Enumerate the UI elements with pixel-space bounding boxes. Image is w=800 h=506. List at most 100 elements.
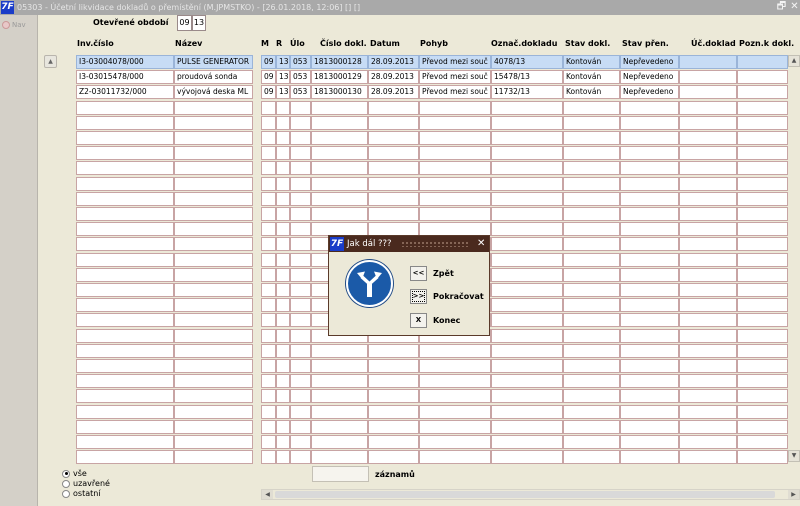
empty-table-cell[interactable]: [737, 207, 788, 221]
empty-table-cell[interactable]: [679, 222, 737, 236]
empty-table-cell[interactable]: [76, 131, 174, 145]
table-cell[interactable]: [737, 55, 788, 69]
radio-closed-dot[interactable]: [62, 479, 70, 488]
restore-window-button[interactable]: 🗗: [776, 1, 787, 13]
empty-table-cell[interactable]: [290, 101, 311, 115]
empty-table-cell[interactable]: [174, 192, 253, 206]
empty-table-cell[interactable]: [76, 192, 174, 206]
empty-table-cell[interactable]: [368, 116, 419, 130]
column-header[interactable]: Název: [175, 39, 202, 48]
empty-table-cell[interactable]: [563, 344, 620, 358]
empty-table-cell[interactable]: [737, 298, 788, 312]
empty-table-cell[interactable]: [737, 222, 788, 236]
empty-table-cell[interactable]: [620, 283, 679, 297]
empty-table-cell[interactable]: [174, 177, 253, 191]
column-header[interactable]: Inv.číslo: [77, 39, 114, 48]
empty-table-cell[interactable]: [76, 329, 174, 343]
empty-table-cell[interactable]: [174, 268, 253, 282]
empty-table-cell[interactable]: [620, 405, 679, 419]
empty-table-cell[interactable]: [261, 344, 276, 358]
empty-table-cell[interactable]: [311, 420, 368, 434]
column-header[interactable]: Stav přen.: [622, 39, 669, 48]
radio-all[interactable]: vše: [62, 469, 87, 478]
empty-table-cell[interactable]: [174, 298, 253, 312]
empty-table-cell[interactable]: [620, 222, 679, 236]
empty-table-cell[interactable]: [679, 161, 737, 175]
empty-table-cell[interactable]: [620, 192, 679, 206]
empty-table-cell[interactable]: [261, 177, 276, 191]
empty-table-cell[interactable]: [174, 237, 253, 251]
empty-table-cell[interactable]: [261, 268, 276, 282]
empty-table-cell[interactable]: [76, 146, 174, 160]
empty-table-cell[interactable]: [311, 435, 368, 449]
empty-table-cell[interactable]: [290, 344, 311, 358]
empty-table-cell[interactable]: [311, 177, 368, 191]
empty-table-cell[interactable]: [368, 344, 419, 358]
empty-table-cell[interactable]: [620, 131, 679, 145]
empty-table-cell[interactable]: [76, 101, 174, 115]
table-cell[interactable]: Nepřevedeno: [620, 70, 679, 84]
empty-table-cell[interactable]: [368, 374, 419, 388]
empty-table-cell[interactable]: [174, 435, 253, 449]
empty-table-cell[interactable]: [311, 450, 368, 464]
empty-table-cell[interactable]: [563, 146, 620, 160]
empty-table-cell[interactable]: [290, 329, 311, 343]
table-cell[interactable]: Kontován: [563, 55, 620, 69]
empty-table-cell[interactable]: [491, 161, 563, 175]
empty-table-cell[interactable]: [276, 435, 290, 449]
empty-table-cell[interactable]: [261, 101, 276, 115]
empty-table-cell[interactable]: [276, 313, 290, 327]
radio-other-dot[interactable]: [62, 489, 70, 498]
empty-table-cell[interactable]: [419, 420, 491, 434]
column-header[interactable]: Pohyb: [420, 39, 448, 48]
table-cell[interactable]: 09: [261, 55, 276, 69]
empty-table-cell[interactable]: [620, 116, 679, 130]
empty-table-cell[interactable]: [290, 435, 311, 449]
empty-table-cell[interactable]: [679, 435, 737, 449]
empty-table-cell[interactable]: [563, 116, 620, 130]
empty-table-cell[interactable]: [76, 450, 174, 464]
table-cell[interactable]: 09: [261, 85, 276, 99]
empty-table-cell[interactable]: [76, 177, 174, 191]
empty-table-cell[interactable]: [76, 420, 174, 434]
empty-table-cell[interactable]: [563, 405, 620, 419]
empty-table-cell[interactable]: [368, 207, 419, 221]
empty-table-cell[interactable]: [563, 268, 620, 282]
dialog-title-bar[interactable]: 7F Jak dál ??? ✕: [329, 236, 489, 252]
empty-table-cell[interactable]: [679, 116, 737, 130]
empty-table-cell[interactable]: [311, 374, 368, 388]
empty-table-cell[interactable]: [563, 101, 620, 115]
empty-table-cell[interactable]: [311, 192, 368, 206]
empty-table-cell[interactable]: [311, 344, 368, 358]
empty-table-cell[interactable]: [563, 253, 620, 267]
empty-table-cell[interactable]: [174, 389, 253, 403]
empty-table-cell[interactable]: [620, 101, 679, 115]
empty-table-cell[interactable]: [368, 192, 419, 206]
empty-table-cell[interactable]: [76, 283, 174, 297]
empty-table-cell[interactable]: [419, 146, 491, 160]
empty-table-cell[interactable]: [276, 359, 290, 373]
empty-table-cell[interactable]: [174, 116, 253, 130]
empty-table-cell[interactable]: [261, 405, 276, 419]
exit-button[interactable]: X: [410, 313, 427, 328]
empty-table-cell[interactable]: [737, 101, 788, 115]
empty-table-cell[interactable]: [679, 101, 737, 115]
empty-table-cell[interactable]: [737, 268, 788, 282]
empty-table-cell[interactable]: [679, 237, 737, 251]
table-cell[interactable]: 053: [290, 55, 311, 69]
empty-table-cell[interactable]: [679, 207, 737, 221]
empty-table-cell[interactable]: [174, 131, 253, 145]
empty-table-cell[interactable]: [491, 177, 563, 191]
empty-table-cell[interactable]: [276, 237, 290, 251]
empty-table-cell[interactable]: [679, 192, 737, 206]
empty-table-cell[interactable]: [737, 450, 788, 464]
empty-table-cell[interactable]: [261, 131, 276, 145]
empty-table-cell[interactable]: [261, 329, 276, 343]
empty-table-cell[interactable]: [290, 237, 311, 251]
vertical-scrollbar[interactable]: ▲ ▼: [788, 55, 800, 462]
empty-table-cell[interactable]: [290, 420, 311, 434]
empty-table-cell[interactable]: [419, 222, 491, 236]
empty-table-cell[interactable]: [290, 222, 311, 236]
empty-table-cell[interactable]: [76, 207, 174, 221]
column-header[interactable]: Číslo dokl.: [320, 39, 367, 48]
